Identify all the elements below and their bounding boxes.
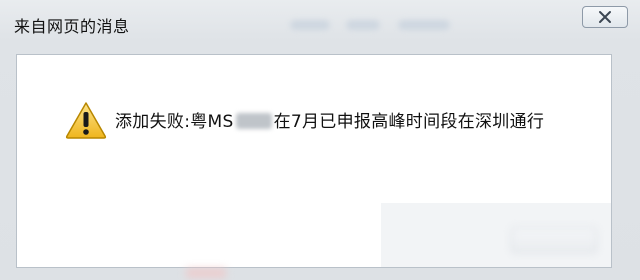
message-suffix: 在7月已申报高峰时间段在深圳通行 [273, 112, 545, 132]
message-prefix: 添加失败:粤MS [115, 112, 234, 132]
warning-icon [65, 102, 107, 139]
button-area [381, 203, 611, 267]
message-dialog: 来自网页的消息 添加失败:粤MS 在7月已申报高峰时间段在深圳通行 [0, 0, 640, 280]
blurred-titlebar-artifact [290, 20, 330, 30]
ok-button[interactable] [511, 227, 597, 253]
error-message: 添加失败:粤MS 在7月已申报高峰时间段在深圳通行 [115, 107, 544, 132]
title-bar[interactable]: 来自网页的消息 [0, 0, 640, 44]
content-panel: 添加失败:粤MS 在7月已申报高峰时间段在深圳通行 [16, 54, 612, 268]
close-button[interactable] [582, 6, 628, 28]
blurred-titlebar-artifact [346, 20, 380, 30]
redacted-plate-number [235, 113, 272, 129]
blurred-titlebar-artifact [398, 20, 450, 30]
close-icon [599, 11, 611, 23]
dialog-title: 来自网页的消息 [14, 17, 130, 36]
blurred-bottom-artifact [186, 268, 226, 278]
